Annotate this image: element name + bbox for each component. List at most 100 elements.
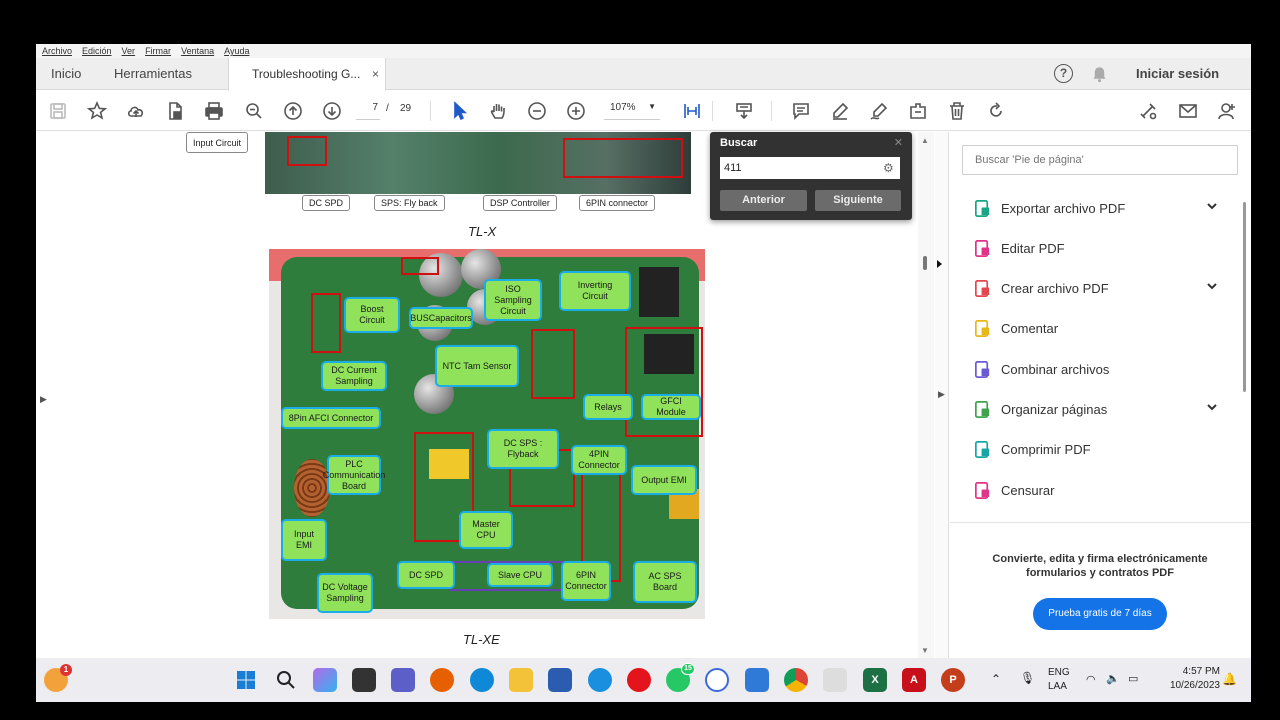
zoom-in-icon[interactable] xyxy=(564,99,588,123)
scroll-up-icon[interactable]: ▲ xyxy=(921,136,929,145)
clock[interactable]: 4:57 PM 10/26/2023 xyxy=(1160,666,1220,691)
page-icon[interactable] xyxy=(163,99,187,123)
tool-item[interactable]: Crear archivo PDF xyxy=(972,275,1222,301)
tool-item[interactable]: Comentar xyxy=(972,315,1222,341)
share-link-icon[interactable] xyxy=(1136,99,1160,123)
store-icon[interactable] xyxy=(548,668,572,692)
highlight-icon[interactable] xyxy=(828,99,852,123)
menu-firmar[interactable]: Firmar xyxy=(145,46,171,56)
account-add-icon[interactable] xyxy=(1215,99,1239,123)
notifications-bell-icon[interactable]: 🔔 xyxy=(1222,672,1237,686)
help-app-icon[interactable] xyxy=(588,668,612,692)
menu-archivo[interactable]: Archivo xyxy=(42,46,72,56)
fit-page-icon[interactable] xyxy=(680,99,704,123)
microphone-icon[interactable]: 🎙 xyxy=(1020,671,1035,685)
tool-item[interactable]: Combinar archivos xyxy=(972,356,1222,382)
zoom-search-icon[interactable] xyxy=(242,99,266,123)
comment-icon[interactable] xyxy=(789,99,813,123)
close-icon[interactable]: ✕ xyxy=(894,136,903,149)
tool-item[interactable]: Organizar páginas xyxy=(972,396,1222,422)
page-number-input[interactable]: 7 xyxy=(356,102,380,120)
hand-icon[interactable] xyxy=(486,99,510,123)
chrome-icon[interactable] xyxy=(784,668,808,692)
notification-app-icon[interactable]: 1 xyxy=(44,664,72,692)
menu-edicion[interactable]: Edición xyxy=(82,46,112,56)
gear-icon[interactable]: ⚙ xyxy=(883,161,894,175)
language-indicator[interactable]: ENG LAA xyxy=(1048,667,1070,692)
tab-tools[interactable]: Herramientas xyxy=(114,58,192,90)
bookmark-icon[interactable] xyxy=(85,99,109,123)
edit-icon[interactable] xyxy=(906,99,930,123)
chevron-down-icon[interactable] xyxy=(1206,200,1218,212)
firefox-icon[interactable] xyxy=(430,668,454,692)
file-explorer-icon[interactable] xyxy=(509,668,533,692)
upload-icon[interactable] xyxy=(124,99,148,123)
tools-search-input[interactable] xyxy=(962,145,1238,175)
find-next-button[interactable]: Siguiente xyxy=(815,190,901,211)
chevron-up-icon[interactable]: ⌃ xyxy=(991,672,1001,686)
snip-icon[interactable] xyxy=(705,668,729,692)
task-view-icon[interactable] xyxy=(352,668,376,692)
volume-icon[interactable]: 🔈 xyxy=(1106,672,1120,685)
mail-icon[interactable] xyxy=(1176,99,1200,123)
stamp-icon[interactable] xyxy=(732,99,756,123)
save-icon[interactable] xyxy=(46,99,70,123)
menu-ayuda[interactable]: Ayuda xyxy=(224,46,249,56)
scroll-down-icon[interactable]: ▼ xyxy=(921,646,929,655)
tool-item[interactable]: Censurar xyxy=(972,477,1222,503)
find-input[interactable] xyxy=(720,157,900,179)
help-icon[interactable]: ? xyxy=(1054,64,1073,83)
app-icon[interactable] xyxy=(823,668,847,692)
menu-ventana[interactable]: Ventana xyxy=(181,46,214,56)
expand-left-icon[interactable]: ▶ xyxy=(40,394,47,405)
sign-icon[interactable] xyxy=(867,99,891,123)
copilot-icon[interactable] xyxy=(313,668,337,692)
tool-item-label: Editar PDF xyxy=(1001,240,1065,256)
page-up-icon[interactable] xyxy=(281,99,305,123)
board-image-tl-xe: Boost Circuit BUSCapacitors ISO Sampling… xyxy=(269,249,705,619)
collapse-pane-handle[interactable]: ▶ xyxy=(935,132,949,658)
menu-ver[interactable]: Ver xyxy=(122,46,136,56)
acrobat-icon[interactable]: A xyxy=(902,668,926,692)
bell-icon[interactable] xyxy=(1091,65,1108,83)
print-icon[interactable] xyxy=(202,99,226,123)
video-app-icon[interactable] xyxy=(745,668,769,692)
tool-item[interactable]: Comprimir PDF xyxy=(972,436,1222,462)
clock-date: 10/26/2023 xyxy=(1169,680,1220,691)
zoom-select[interactable]: 107% ▼ xyxy=(604,102,660,120)
signin-link[interactable]: Iniciar sesión xyxy=(1136,58,1219,90)
whatsapp-icon[interactable]: 15 xyxy=(666,663,695,692)
wifi-icon[interactable]: ◠ xyxy=(1086,673,1096,686)
find-previous-button[interactable]: Anterior xyxy=(720,190,807,211)
find-title: Buscar xyxy=(720,137,758,149)
language-code: ENG xyxy=(1048,667,1070,678)
zoom-out-icon[interactable] xyxy=(525,99,549,123)
edge-icon[interactable] xyxy=(470,668,494,692)
teams-icon[interactable] xyxy=(391,668,415,692)
tool-item[interactable]: Exportar archivo PDF xyxy=(972,195,1222,221)
label-iso-sampling: ISO Sampling Circuit xyxy=(484,279,542,321)
battery-icon[interactable]: ▭ xyxy=(1128,672,1138,685)
page-down-icon[interactable] xyxy=(320,99,344,123)
excel-icon[interactable]: X xyxy=(863,668,887,692)
opera-icon[interactable] xyxy=(627,668,651,692)
search-icon[interactable] xyxy=(274,668,298,692)
chevron-down-icon[interactable] xyxy=(1206,401,1218,413)
free-trial-button[interactable]: Prueba gratis de 7 días xyxy=(1033,598,1167,630)
tab-close-icon[interactable]: × xyxy=(372,58,379,90)
tab-document-label: Troubleshooting G... xyxy=(252,67,361,81)
chevron-down-icon[interactable] xyxy=(1206,280,1218,292)
acrobat-window: Archivo Edición Ver Firmar Ventana Ayuda… xyxy=(36,44,1251,658)
rotate-icon[interactable] xyxy=(984,99,1008,123)
scroll-thumb[interactable] xyxy=(923,256,927,270)
tools-scrollbar[interactable] xyxy=(1243,202,1246,392)
delete-icon[interactable] xyxy=(945,99,969,123)
pointer-icon[interactable] xyxy=(447,99,471,123)
document-scrollbar[interactable]: ▲ ▼ xyxy=(918,132,934,658)
windows-start-icon[interactable] xyxy=(234,668,258,692)
powerpoint-icon[interactable]: P xyxy=(941,668,965,692)
tab-document[interactable]: Troubleshooting G... × xyxy=(228,58,386,91)
keyboard-layout: LAA xyxy=(1048,681,1067,692)
tool-item[interactable]: Editar PDF xyxy=(972,235,1222,261)
tab-home[interactable]: Inicio xyxy=(51,58,81,90)
